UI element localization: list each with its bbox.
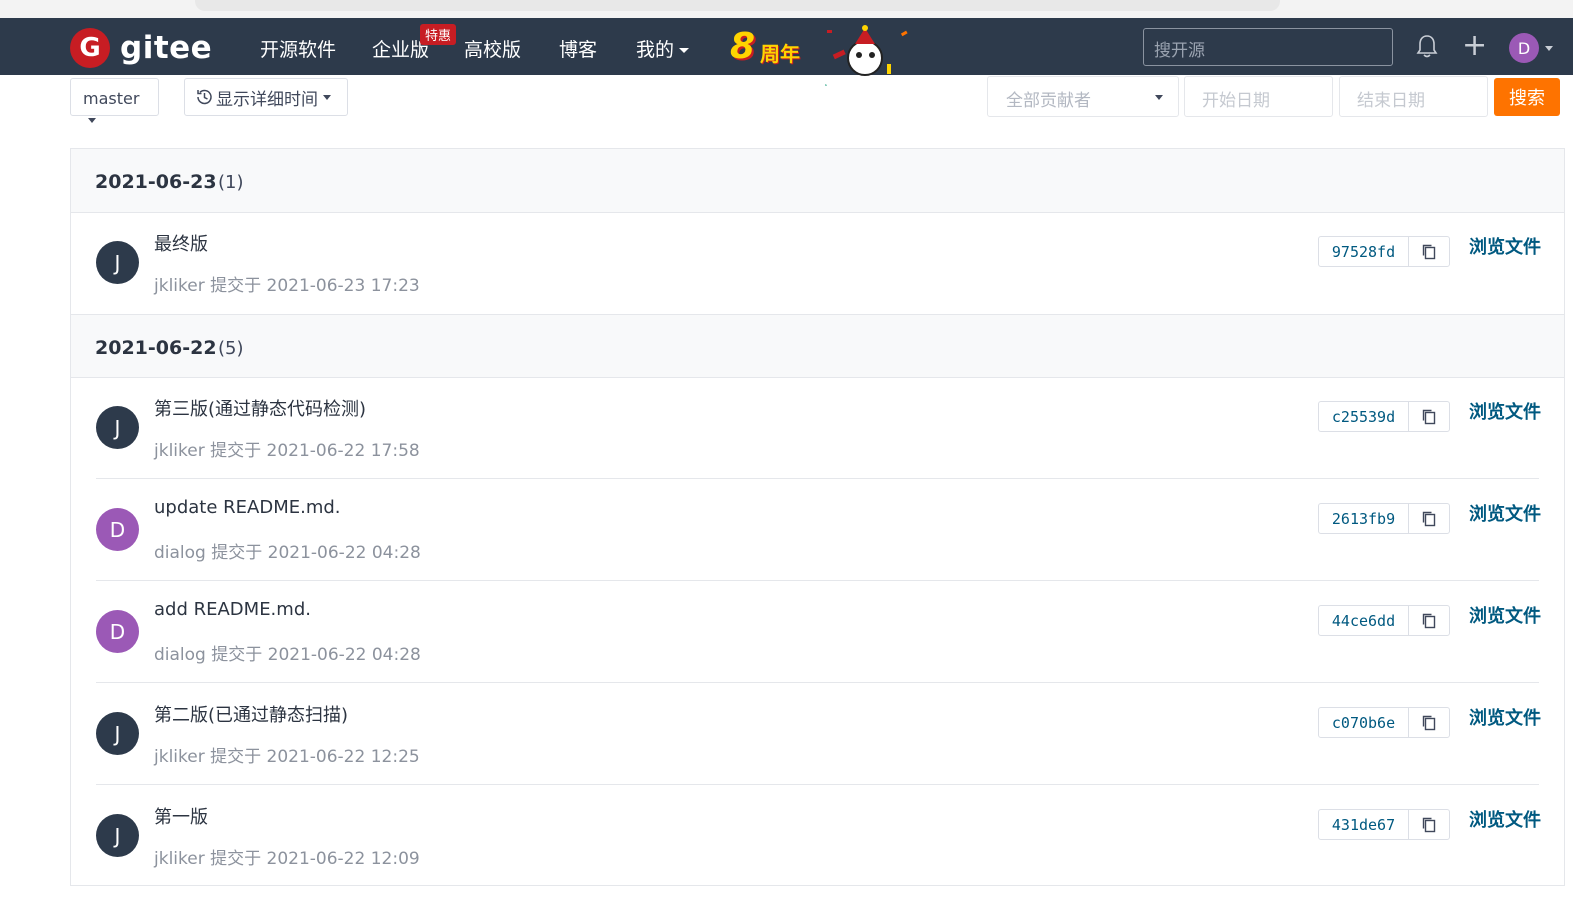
commit-row: J 最终版 jkliker 提交于 2021-06-23 17:23 97528…: [71, 213, 1564, 314]
copy-icon[interactable]: [1409, 606, 1449, 635]
nav-open-source[interactable]: 开源软件: [260, 35, 336, 62]
nav-mine-label: 我的: [636, 39, 675, 61]
row-divider: [96, 682, 1539, 683]
contributor-select[interactable]: 全部贡献者: [987, 76, 1179, 117]
browse-files-link[interactable]: 浏览文件: [1469, 398, 1541, 424]
chevron-down-icon: [679, 48, 690, 53]
author-avatar[interactable]: J: [96, 712, 139, 755]
chevron-down-icon: [323, 94, 331, 100]
commit-sha-box: 431de67: [1318, 809, 1450, 840]
author-avatar[interactable]: D: [96, 610, 139, 653]
start-date-input[interactable]: 开始日期: [1184, 76, 1333, 117]
user-avatar[interactable]: D: [1509, 33, 1539, 63]
branch-select[interactable]: master: [70, 78, 159, 123]
detail-time-toggle[interactable]: 显示详细时间: [184, 78, 348, 116]
search-placeholder: 搜开源: [1154, 41, 1205, 61]
copy-icon[interactable]: [1409, 810, 1449, 839]
commit-meta: jkliker 提交于 2021-06-22 12:25: [154, 747, 420, 767]
commit-sha[interactable]: 97528fd: [1319, 237, 1409, 266]
gitee-brand-text: gitee: [120, 30, 213, 66]
author-avatar[interactable]: J: [96, 406, 139, 449]
commit-sha[interactable]: c25539d: [1319, 402, 1409, 431]
commit-sha-box: c070b6e: [1318, 707, 1450, 738]
browse-files-link[interactable]: 浏览文件: [1469, 704, 1541, 730]
nav-mine[interactable]: 我的: [636, 35, 690, 62]
gitee-logo-icon: G: [70, 28, 110, 68]
row-divider: [96, 478, 1539, 479]
commit-message[interactable]: add README.md.: [154, 599, 311, 620]
end-date-input[interactable]: 结束日期: [1339, 76, 1488, 117]
commit-group-header: 2021-06-22 (5): [71, 314, 1564, 378]
nav-blog[interactable]: 博客: [559, 35, 597, 62]
group-date: 2021-06-23: [95, 171, 217, 193]
commit-meta: dialog 提交于 2021-06-22 04:28: [154, 645, 421, 665]
commit-sha[interactable]: c070b6e: [1319, 708, 1409, 737]
start-date-placeholder: 开始日期: [1202, 91, 1270, 111]
browse-files-link[interactable]: 浏览文件: [1469, 500, 1541, 526]
commit-row: J 第三版(通过静态代码检测) jkliker 提交于 2021-06-22 1…: [71, 378, 1564, 479]
commit-message[interactable]: 第一版: [154, 803, 208, 829]
author-avatar[interactable]: J: [96, 814, 139, 857]
anniversary-banner[interactable]: 8 周年: [730, 24, 915, 86]
group-date: 2021-06-22: [95, 337, 217, 359]
commit-row: D add README.md. dialog 提交于 2021-06-22 0…: [71, 582, 1564, 683]
commit-message[interactable]: update README.md.: [154, 497, 341, 518]
chevron-down-icon: [1155, 95, 1163, 100]
branch-label: master: [83, 89, 140, 108]
commit-message[interactable]: 最终版: [154, 230, 208, 256]
commit-message[interactable]: 第二版(已通过静态扫描): [154, 701, 348, 727]
commit-sha[interactable]: 431de67: [1319, 810, 1409, 839]
copy-icon[interactable]: [1409, 708, 1449, 737]
detail-time-label: 显示详细时间: [216, 89, 318, 110]
top-navbar: G gitee 开源软件 企业版 特惠 高校版 博客 我的 8 周年 搜开源 +…: [0, 18, 1573, 86]
end-date-placeholder: 结束日期: [1357, 91, 1425, 111]
commit-sha-box: c25539d: [1318, 401, 1450, 432]
anniversary-number: 8: [730, 26, 756, 67]
commit-row: J 第二版(已通过静态扫描) jkliker 提交于 2021-06-22 12…: [71, 684, 1564, 785]
chevron-down-icon: [88, 118, 96, 123]
author-avatar[interactable]: D: [96, 508, 139, 551]
commit-list: 2021-06-23 (1) J 最终版 jkliker 提交于 2021-06…: [70, 148, 1565, 886]
author-avatar[interactable]: J: [96, 241, 139, 284]
commit-meta: jkliker 提交于 2021-06-23 17:23: [154, 276, 420, 296]
gitee-logo[interactable]: G gitee: [70, 28, 212, 68]
commit-row: J 第一版 jkliker 提交于 2021-06-22 12:09 431de…: [71, 786, 1564, 887]
plus-icon[interactable]: +: [1462, 31, 1487, 61]
commit-message[interactable]: 第三版(通过静态代码检测): [154, 395, 366, 421]
copy-icon[interactable]: [1409, 504, 1449, 533]
browse-files-link[interactable]: 浏览文件: [1469, 806, 1541, 832]
commit-row: D update README.md. dialog 提交于 2021-06-2…: [71, 480, 1564, 581]
mascot-icon: [825, 25, 908, 86]
anniversary-text: 周年: [760, 42, 800, 66]
bell-icon[interactable]: [1416, 34, 1438, 58]
search-button[interactable]: 搜索: [1494, 78, 1560, 116]
browse-files-link[interactable]: 浏览文件: [1469, 233, 1541, 259]
commit-meta: dialog 提交于 2021-06-22 04:28: [154, 543, 421, 563]
history-icon: [197, 89, 212, 105]
chevron-down-icon[interactable]: [1545, 46, 1553, 51]
commit-sha-box: 2613fb9: [1318, 503, 1450, 534]
group-count: (5): [218, 338, 244, 359]
global-search-input[interactable]: 搜开源: [1143, 28, 1393, 66]
promo-badge: 特惠: [420, 24, 457, 45]
row-divider: [96, 784, 1539, 785]
browse-files-link[interactable]: 浏览文件: [1469, 602, 1541, 628]
contributor-placeholder: 全部贡献者: [1006, 91, 1091, 111]
nav-education[interactable]: 高校版: [464, 35, 521, 62]
copy-icon[interactable]: [1409, 402, 1449, 431]
commit-meta: jkliker 提交于 2021-06-22 17:58: [154, 441, 420, 461]
address-bar[interactable]: [195, 0, 1280, 11]
commit-group-header: 2021-06-23 (1): [71, 149, 1564, 213]
commit-sha[interactable]: 2613fb9: [1319, 504, 1409, 533]
commit-sha-box: 44ce6dd: [1318, 605, 1450, 636]
commit-sha-box: 97528fd: [1318, 236, 1450, 267]
commit-sha[interactable]: 44ce6dd: [1319, 606, 1409, 635]
copy-icon[interactable]: [1409, 237, 1449, 266]
commit-meta: jkliker 提交于 2021-06-22 12:09: [154, 849, 420, 869]
group-count: (1): [218, 172, 244, 193]
row-divider: [96, 580, 1539, 581]
browser-chrome: [0, 0, 1573, 18]
